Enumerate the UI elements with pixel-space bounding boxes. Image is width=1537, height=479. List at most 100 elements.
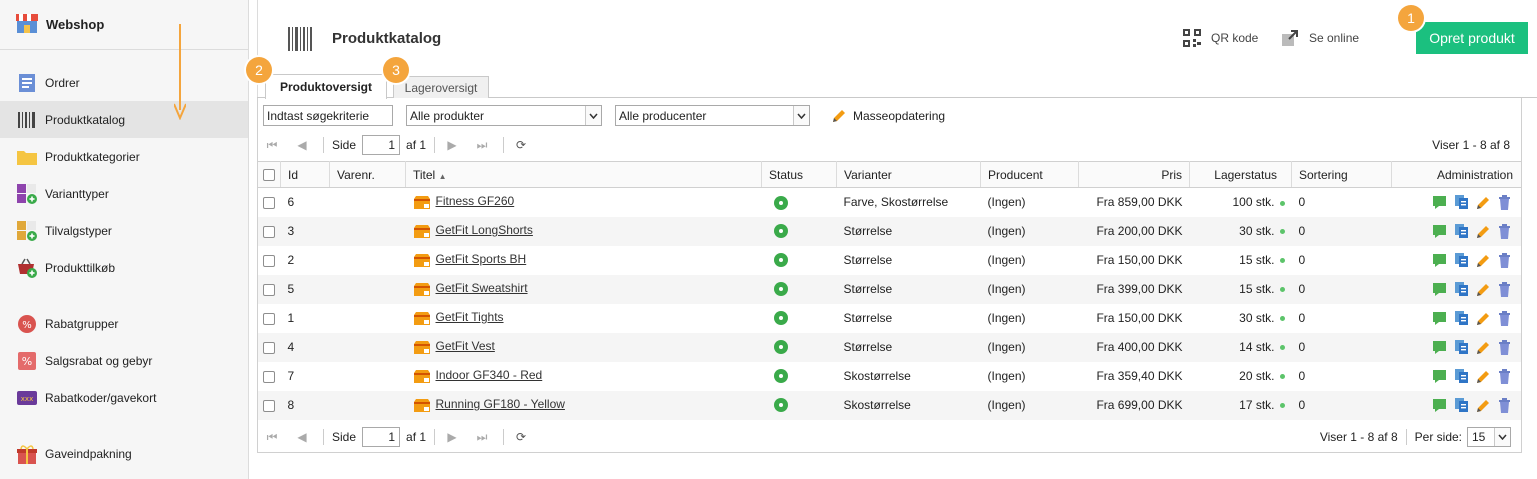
select-all-checkbox[interactable] <box>263 169 275 182</box>
sidebar-item-rabatgrupper[interactable]: % Rabatgrupper <box>0 305 248 342</box>
col-sortering[interactable]: Sortering <box>1291 161 1392 188</box>
product-title-link[interactable]: GetFit Sports BH <box>436 252 527 266</box>
next-page-icon[interactable]: ▶ <box>443 428 461 446</box>
comment-icon[interactable] <box>1432 282 1447 297</box>
status-active-icon[interactable] <box>773 253 788 268</box>
sidebar-item-salgsrabat[interactable]: % Salgsrabat og gebyr <box>0 342 248 379</box>
table-row[interactable]: 5 GetFit Sweatshirt Størrelse (Ingen) Fr… <box>258 274 1521 304</box>
prev-page-icon[interactable]: ◀ <box>293 428 311 446</box>
last-page-icon[interactable]: ⏭ <box>473 136 491 154</box>
col-id[interactable]: Id <box>280 161 330 188</box>
table-row[interactable]: 1 GetFit Tights Størrelse (Ingen) Fra 15… <box>258 304 1521 333</box>
first-page-icon[interactable]: ⏮ <box>263 136 281 154</box>
producers-select[interactable]: Alle producenter <box>615 105 810 126</box>
sidebar-item-produktkategorier[interactable]: Produktkategorier <box>0 138 248 175</box>
row-checkbox[interactable] <box>263 312 275 325</box>
last-page-icon[interactable]: ⏭ <box>473 428 491 446</box>
sidebar-item-ordrer[interactable]: Ordrer <box>0 64 248 101</box>
product-title-link[interactable]: GetFit LongShorts <box>436 223 533 237</box>
status-active-icon[interactable] <box>773 311 788 326</box>
status-active-icon[interactable] <box>773 282 788 297</box>
comment-icon[interactable] <box>1432 224 1447 239</box>
edit-icon[interactable] <box>1476 282 1491 297</box>
comment-icon[interactable] <box>1432 253 1447 268</box>
product-title-link[interactable]: Fitness GF260 <box>436 194 515 208</box>
product-title-link[interactable]: Running GF180 - Yellow <box>436 397 565 411</box>
products-select[interactable]: Alle produkter <box>406 105 602 126</box>
copy-icon[interactable] <box>1454 223 1469 239</box>
refresh-icon[interactable]: ⟳ <box>512 136 530 154</box>
row-checkbox[interactable] <box>263 283 275 296</box>
comment-icon[interactable] <box>1432 369 1447 384</box>
mass-update-button[interactable]: Masseopdatering <box>831 108 945 124</box>
product-title-link[interactable]: Indoor GF340 - Red <box>436 368 543 382</box>
product-title-link[interactable]: GetFit Vest <box>436 339 495 353</box>
sidebar-item-rabatkoder[interactable]: xxx Rabatkoder/gavekort <box>0 379 248 416</box>
table-row[interactable]: 3 GetFit LongShorts Størrelse (Ingen) Fr… <box>258 216 1521 246</box>
col-producent[interactable]: Producent <box>980 161 1079 188</box>
page-input[interactable]: 1 <box>362 135 401 155</box>
comment-icon[interactable] <box>1432 311 1447 326</box>
sidebar-item-produktkatalog[interactable]: Produktkatalog <box>0 101 248 138</box>
qr-code-button[interactable]: QR kode <box>1183 29 1258 47</box>
status-active-icon[interactable] <box>773 369 788 384</box>
comment-icon[interactable] <box>1432 340 1447 355</box>
refresh-icon[interactable]: ⟳ <box>512 428 530 446</box>
copy-icon[interactable] <box>1454 339 1469 355</box>
delete-icon[interactable] <box>1498 194 1511 210</box>
prev-page-icon[interactable]: ◀ <box>293 136 311 154</box>
copy-icon[interactable] <box>1454 310 1469 326</box>
table-row[interactable]: 2 GetFit Sports BH Størrelse (Ingen) Fra… <box>258 246 1521 275</box>
tab-lageroversigt[interactable]: Lageroversigt <box>393 76 489 98</box>
row-checkbox[interactable] <box>263 341 275 354</box>
product-title-link[interactable]: GetFit Tights <box>436 310 504 324</box>
see-online-button[interactable]: Se online <box>1281 29 1359 47</box>
edit-icon[interactable] <box>1476 253 1491 268</box>
delete-icon[interactable] <box>1498 281 1511 297</box>
status-active-icon[interactable] <box>773 195 788 210</box>
row-checkbox[interactable] <box>263 197 275 210</box>
row-checkbox[interactable] <box>263 399 275 412</box>
col-varenr[interactable]: Varenr. <box>329 161 406 188</box>
status-active-icon[interactable] <box>773 340 788 355</box>
edit-icon[interactable] <box>1476 311 1491 326</box>
delete-icon[interactable] <box>1498 252 1511 268</box>
table-row[interactable]: 8 Running GF180 - Yellow Skostørrelse (I… <box>258 390 1521 420</box>
edit-icon[interactable] <box>1476 369 1491 384</box>
copy-icon[interactable] <box>1454 281 1469 297</box>
table-row[interactable]: 6 Fitness GF260 Farve, Skostørrelse (Ing… <box>258 188 1521 217</box>
next-page-icon[interactable]: ▶ <box>443 136 461 154</box>
col-pris[interactable]: Pris <box>1078 161 1190 188</box>
create-product-button[interactable]: Opret produkt <box>1416 22 1528 54</box>
table-row[interactable]: 7 Indoor GF340 - Red Skostørrelse (Ingen… <box>258 362 1521 391</box>
sidebar-item-produkttilkob[interactable]: Produkttilkøb <box>0 249 248 286</box>
search-input[interactable]: Indtast søgekriterie <box>263 105 393 126</box>
delete-icon[interactable] <box>1498 397 1511 413</box>
copy-icon[interactable] <box>1454 194 1469 210</box>
edit-icon[interactable] <box>1476 195 1491 210</box>
copy-icon[interactable] <box>1454 397 1469 413</box>
col-varianter[interactable]: Varianter <box>836 161 981 188</box>
sidebar-item-tilvalgstyper[interactable]: Tilvalgstyper <box>0 212 248 249</box>
row-checkbox[interactable] <box>263 370 275 383</box>
comment-icon[interactable] <box>1432 398 1447 413</box>
status-active-icon[interactable] <box>773 398 788 413</box>
tab-produktoversigt[interactable]: Produktoversigt <box>265 74 387 99</box>
product-title-link[interactable]: GetFit Sweatshirt <box>436 281 528 295</box>
row-checkbox[interactable] <box>263 225 275 238</box>
sidebar-item-gaveindpakning[interactable]: Gaveindpakning <box>0 435 248 472</box>
row-checkbox[interactable] <box>263 254 275 267</box>
comment-icon[interactable] <box>1432 195 1447 210</box>
col-status[interactable]: Status <box>761 161 837 188</box>
delete-icon[interactable] <box>1498 223 1511 239</box>
table-row[interactable]: 4 GetFit Vest Størrelse (Ingen) Fra 400,… <box>258 332 1521 362</box>
edit-icon[interactable] <box>1476 398 1491 413</box>
delete-icon[interactable] <box>1498 310 1511 326</box>
edit-icon[interactable] <box>1476 340 1491 355</box>
page-input[interactable]: 1 <box>362 427 401 447</box>
col-titel[interactable]: Titel ▲ <box>405 161 762 188</box>
copy-icon[interactable] <box>1454 368 1469 384</box>
copy-icon[interactable] <box>1454 252 1469 268</box>
delete-icon[interactable] <box>1498 339 1511 355</box>
status-active-icon[interactable] <box>773 224 788 239</box>
